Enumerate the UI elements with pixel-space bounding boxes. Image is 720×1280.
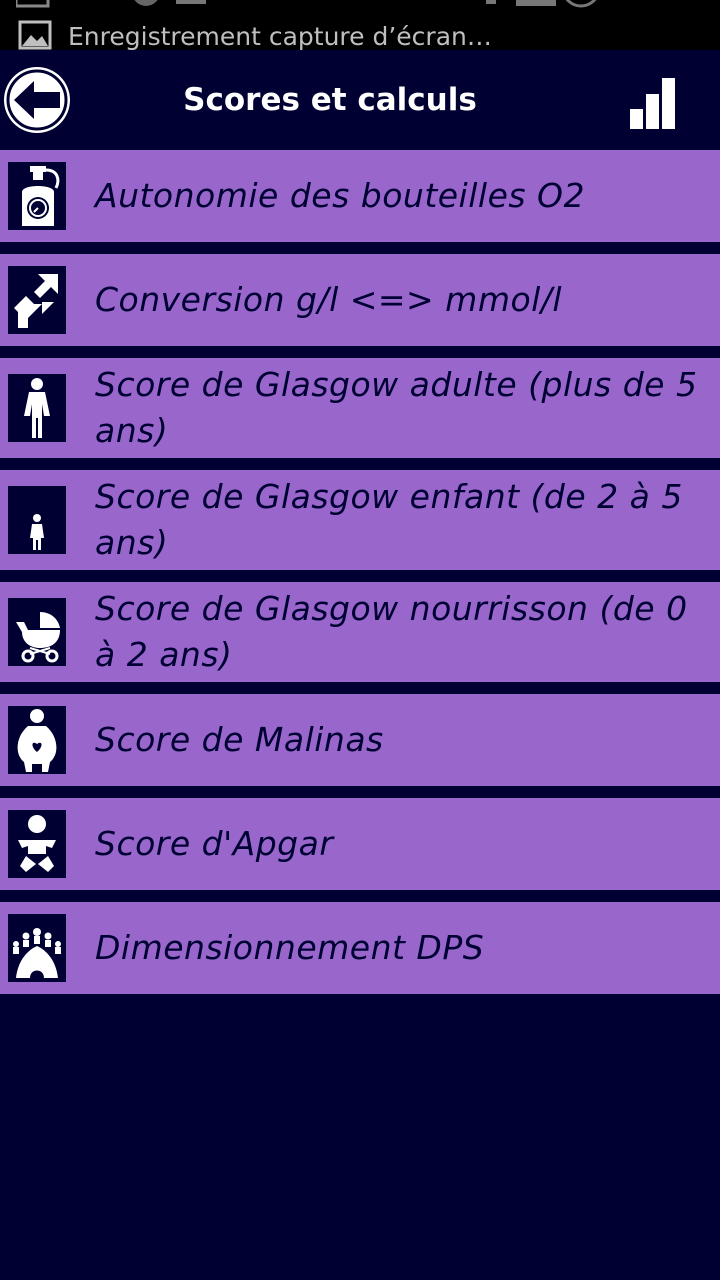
oxygen-bottle-icon xyxy=(8,162,66,230)
status-icons xyxy=(16,0,597,8)
newborn-baby-icon xyxy=(8,810,66,878)
list-item-label: Dimensionnement DPS xyxy=(95,928,485,967)
crowd-tent-icon xyxy=(8,914,66,982)
image-icon xyxy=(18,20,52,50)
list-item-apgar[interactable]: Score d'Apgar xyxy=(0,798,720,890)
list-item-o2-autonomy[interactable]: Autonomie des bouteilles O2 xyxy=(0,150,720,242)
list-item-glasgow-adult[interactable]: Score de Glasgow adulte (plus de 5 ans) xyxy=(0,358,720,458)
baby-stroller-icon xyxy=(8,598,66,666)
adult-person-icon xyxy=(8,374,66,442)
list-item-dps-sizing[interactable]: Dimensionnement DPS xyxy=(0,902,720,994)
back-arrow-icon xyxy=(4,67,70,133)
list-item-label: Conversion g/l <=> mmol/l xyxy=(95,280,563,319)
list-item-label: Score d'Apgar xyxy=(95,824,334,863)
status-bar: Enregistrement capture d’écran… xyxy=(0,0,720,50)
pregnant-woman-icon xyxy=(8,706,66,774)
stats-button[interactable] xyxy=(628,76,678,131)
list-item-glasgow-child[interactable]: Score de Glasgow enfant (de 2 à 5 ans) xyxy=(0,470,720,570)
list-item-label: Autonomie des bouteilles O2 xyxy=(95,176,586,215)
list-item-malinas[interactable]: Score de Malinas xyxy=(0,694,720,786)
bar-chart-icon xyxy=(630,78,675,129)
list-item-glasgow-infant[interactable]: Score de Glasgow nourrisson (de 0 à 2 an… xyxy=(0,582,720,682)
back-button[interactable] xyxy=(2,65,72,135)
conversion-arrows-icon xyxy=(8,266,66,334)
list-item-label: Score de Glasgow adulte (plus de 5 ans) xyxy=(95,365,698,450)
page-title: Scores et calculs xyxy=(183,82,477,118)
child-person-icon xyxy=(8,486,66,554)
app-bar: Scores et calculs xyxy=(0,50,720,150)
list-item-label: Score de Malinas xyxy=(95,720,384,759)
list-item-label: Score de Glasgow enfant (de 2 à 5 ans) xyxy=(95,477,683,562)
list-item-label: Score de Glasgow nourrisson (de 0 à 2 an… xyxy=(95,589,688,674)
notification-text: Enregistrement capture d’écran… xyxy=(68,22,492,50)
list-item-conversion[interactable]: Conversion g/l <=> mmol/l xyxy=(0,254,720,346)
